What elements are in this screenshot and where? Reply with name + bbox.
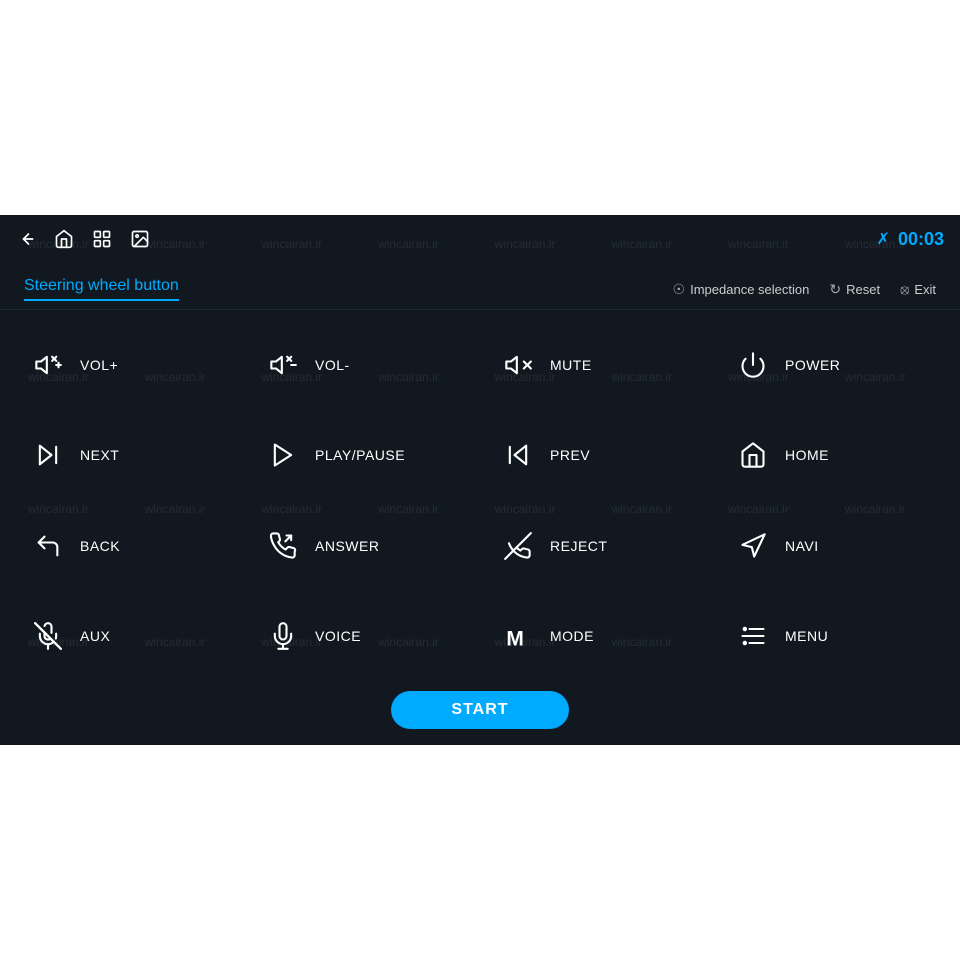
btn-vol-plus[interactable]: VOL+ bbox=[10, 320, 245, 410]
mode-label: MODE bbox=[550, 628, 594, 644]
exit-button[interactable]: ⦻ Exit bbox=[900, 281, 936, 298]
reject-icon bbox=[500, 532, 536, 560]
page-title: Steering wheel button bbox=[24, 277, 179, 301]
menu-label: MENU bbox=[785, 628, 828, 644]
mute-label: MUTE bbox=[550, 357, 592, 373]
btn-prev[interactable]: PREV bbox=[480, 410, 715, 500]
reset-button[interactable]: ↻ Reset bbox=[829, 281, 880, 298]
exit-icon: ⦻ bbox=[900, 281, 909, 298]
home-nav-icon[interactable] bbox=[54, 229, 74, 249]
answer-icon bbox=[265, 532, 301, 560]
back-icon bbox=[30, 532, 66, 560]
voice-label: VOICE bbox=[315, 628, 361, 644]
start-button[interactable]: START bbox=[391, 691, 568, 729]
btn-mute[interactable]: MUTE bbox=[480, 320, 715, 410]
power-icon bbox=[735, 351, 771, 379]
answer-label: ANSWER bbox=[315, 538, 379, 554]
time-display: 00:03 bbox=[898, 229, 944, 250]
btn-next[interactable]: NEXT bbox=[10, 410, 245, 500]
btn-back[interactable]: BACK bbox=[10, 501, 245, 591]
recent-nav-icon[interactable] bbox=[92, 229, 112, 249]
mode-icon: M bbox=[500, 622, 536, 650]
start-row: START bbox=[0, 681, 960, 745]
prev-label: PREV bbox=[550, 447, 590, 463]
impedance-selection-button[interactable]: ☉ Impedance selection bbox=[673, 281, 810, 298]
mute-icon bbox=[500, 351, 536, 379]
back-label: BACK bbox=[80, 538, 120, 554]
playpause-label: PLAY/PAUSE bbox=[315, 447, 405, 463]
power-label: POWER bbox=[785, 357, 840, 373]
bluetooth-icon: ✗ bbox=[877, 229, 890, 249]
back-nav-icon[interactable] bbox=[16, 229, 36, 249]
next-icon bbox=[30, 441, 66, 469]
btn-aux[interactable]: AUX bbox=[10, 591, 245, 681]
btn-reject[interactable]: REJECT bbox=[480, 501, 715, 591]
menu-icon bbox=[735, 622, 771, 650]
content-area: Steering wheel button ☉ Impedance select… bbox=[0, 263, 960, 745]
buttons-grid: VOL+ VOL- MUTE POWER NEXT PLAY/PAUSE PRE… bbox=[0, 310, 960, 681]
shield-icon: ☉ bbox=[673, 281, 686, 298]
btn-menu[interactable]: MENU bbox=[715, 591, 950, 681]
btn-navi[interactable]: NAVI bbox=[715, 501, 950, 591]
prev-icon bbox=[500, 441, 536, 469]
btn-vol-minus[interactable]: VOL- bbox=[245, 320, 480, 410]
header-actions: ☉ Impedance selection ↻ Reset ⦻ Exit bbox=[673, 281, 936, 298]
reject-label: REJECT bbox=[550, 538, 607, 554]
header-row: Steering wheel button ☉ Impedance select… bbox=[0, 263, 960, 310]
aux-label: AUX bbox=[80, 628, 110, 644]
vol-plus-label: VOL+ bbox=[80, 357, 118, 373]
next-label: NEXT bbox=[80, 447, 119, 463]
btn-power[interactable]: POWER bbox=[715, 320, 950, 410]
device-screen: wincairan.irwincairan.irwincairan.irwinc… bbox=[0, 215, 960, 745]
vol-minus-label: VOL- bbox=[315, 357, 350, 373]
playpause-icon bbox=[265, 441, 301, 469]
navi-icon bbox=[735, 532, 771, 560]
vol-minus-icon bbox=[265, 351, 301, 379]
btn-playpause[interactable]: PLAY/PAUSE bbox=[245, 410, 480, 500]
svg-text:M: M bbox=[506, 627, 523, 650]
vol-plus-icon bbox=[30, 351, 66, 379]
btn-mode[interactable]: M MODE bbox=[480, 591, 715, 681]
gallery-nav-icon[interactable] bbox=[130, 229, 150, 249]
btn-voice[interactable]: VOICE bbox=[245, 591, 480, 681]
navi-label: NAVI bbox=[785, 538, 819, 554]
btn-answer[interactable]: ANSWER bbox=[245, 501, 480, 591]
top-bar-right: ✗ 00:03 bbox=[877, 229, 944, 250]
btn-home[interactable]: HOME bbox=[715, 410, 950, 500]
top-bar: ✗ 00:03 bbox=[0, 215, 960, 263]
home-icon bbox=[735, 441, 771, 469]
home-label: HOME bbox=[785, 447, 829, 463]
reset-icon: ↻ bbox=[829, 281, 841, 298]
voice-icon bbox=[265, 622, 301, 650]
nav-icons bbox=[16, 229, 150, 249]
aux-icon bbox=[30, 622, 66, 650]
